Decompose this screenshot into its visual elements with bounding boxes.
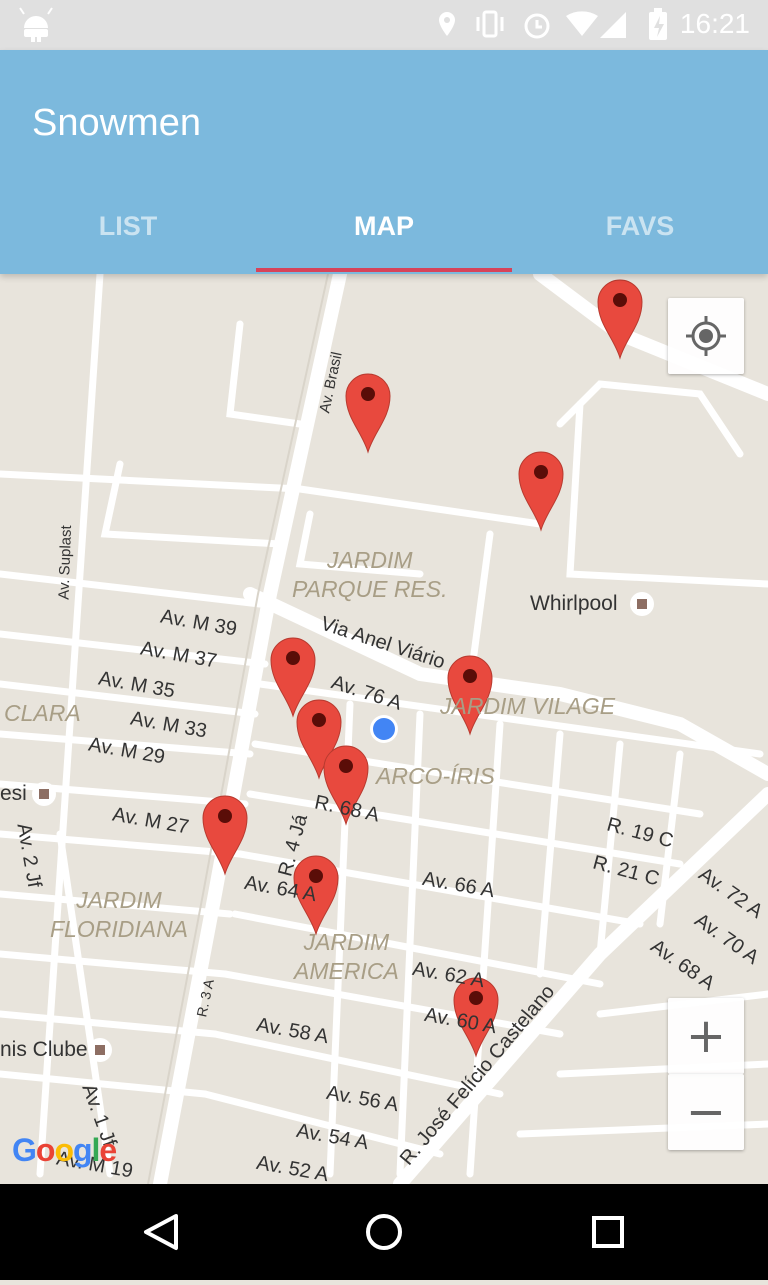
poi-label: nis Clube (0, 1038, 88, 1061)
tab-map[interactable]: MAP (256, 198, 512, 274)
plus-icon: + (685, 1008, 727, 1064)
tab-list[interactable]: LIST (0, 198, 256, 274)
map-marker[interactable] (518, 451, 564, 532)
app-title: Snowmen (32, 102, 201, 144)
poi-icon (630, 592, 654, 616)
location-icon (439, 12, 455, 36)
area-label: JARDIM AMERICA (294, 929, 399, 984)
map-view[interactable]: Av. Brasil Av. Suplast Av. M 39 Av. M 37… (0, 274, 768, 1184)
zoom-out-button[interactable]: − (668, 1074, 744, 1150)
poi-icon (88, 1038, 112, 1062)
my-location-button[interactable] (668, 298, 744, 374)
zoom-in-button[interactable]: + (668, 998, 744, 1074)
app-bar: Snowmen LIST MAP FAVS (0, 50, 768, 274)
battery-icon (649, 8, 667, 40)
android-icon (19, 7, 53, 42)
my-location-icon (686, 316, 726, 356)
recents-icon[interactable] (592, 1216, 624, 1248)
back-icon[interactable] (144, 1214, 178, 1250)
street-label: Av. Suplast (55, 524, 76, 601)
area-label: JARDIM VILAGE (440, 693, 616, 719)
area-label: CLARA (4, 700, 81, 726)
poi-label: esi (0, 782, 27, 805)
map-marker[interactable] (345, 373, 391, 454)
map-roads (0, 274, 768, 1184)
navigation-bar (0, 1184, 768, 1280)
google-logo: Google (12, 1132, 117, 1168)
area-label: JARDIM FLORIDIANA (50, 887, 189, 942)
clock-text: 16:21 (679, 8, 750, 39)
tab-indicator (256, 268, 512, 272)
alarm-icon (524, 13, 550, 39)
area-label: JARDIM PARQUE RES. (292, 547, 448, 602)
area-label: ARCO-ÍRIS (376, 763, 495, 789)
minus-icon: − (685, 1084, 727, 1140)
home-icon[interactable] (366, 1214, 402, 1250)
signal-icon (600, 12, 626, 38)
vibrate-icon (476, 10, 504, 38)
status-bar: 16:21 (0, 0, 768, 50)
poi-icon (32, 782, 56, 806)
wifi-icon (566, 11, 598, 37)
poi-label: Whirlpool (530, 592, 618, 615)
tab-favs[interactable]: FAVS (512, 198, 768, 274)
